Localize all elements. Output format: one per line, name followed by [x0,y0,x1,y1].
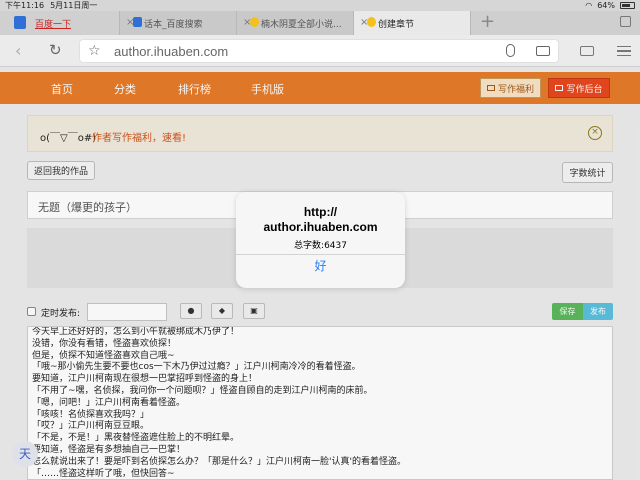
tab-label: 创建章节 [378,19,415,30]
menu-icon[interactable] [617,46,631,56]
url-text: author.ihuaben.com [114,44,229,59]
bulb-icon [367,17,376,27]
tab-label: 话本_百度搜索 [144,19,203,30]
alert-ok-button[interactable]: 好 [236,255,405,288]
baidu-icon [14,16,26,29]
star-icon[interactable]: ☆ [88,43,101,59]
baidu-icon [133,17,142,27]
alert-dialog: http:// author.ihuaben.com 总字数:6437 好 [236,192,405,288]
battery-icon [620,2,635,9]
back-icon[interactable]: ‹ [15,41,21,60]
tab-search[interactable]: × 话本_百度搜索 [120,11,237,35]
wifi-icon: ◠ [585,1,593,10]
new-tab-button[interactable]: + [480,13,495,31]
tab-novels[interactable]: × 楠木阴夏全部小说... [237,11,354,35]
status-bar: 下午11:16 5月11日周一 ◠ 64% [0,0,640,11]
tab-label: 百度一下 [35,19,72,30]
tab-baidu[interactable]: 百度一下 [0,11,120,35]
tab-create-chapter[interactable]: × 创建章节 [354,11,471,35]
battery-percent: 64% [597,1,615,10]
status-date: 5月11日周一 [50,1,98,10]
refresh-icon[interactable]: ↻ [49,41,62,59]
tab-bar: 百度一下 × 话本_百度搜索 × 楠木阴夏全部小说... × 创建章节 [0,11,640,35]
camera-icon[interactable] [536,46,550,56]
tab-label: 楠木阴夏全部小说... [261,19,342,30]
status-time: 下午11:16 [5,1,45,10]
tabs-overview-icon[interactable] [620,16,631,27]
bulb-icon [250,17,259,27]
video-icon[interactable] [580,46,594,56]
microphone-icon[interactable] [506,44,515,57]
alert-message: 总字数:6437 [294,241,347,251]
alert-title-line2: author.ihuaben.com [263,220,378,234]
alert-title-line1: http:// [303,205,338,219]
address-bar[interactable]: ☆ author.ihuaben.com [79,39,559,63]
browser-toolbar: ‹ ↻ ☆ author.ihuaben.com [0,35,640,67]
